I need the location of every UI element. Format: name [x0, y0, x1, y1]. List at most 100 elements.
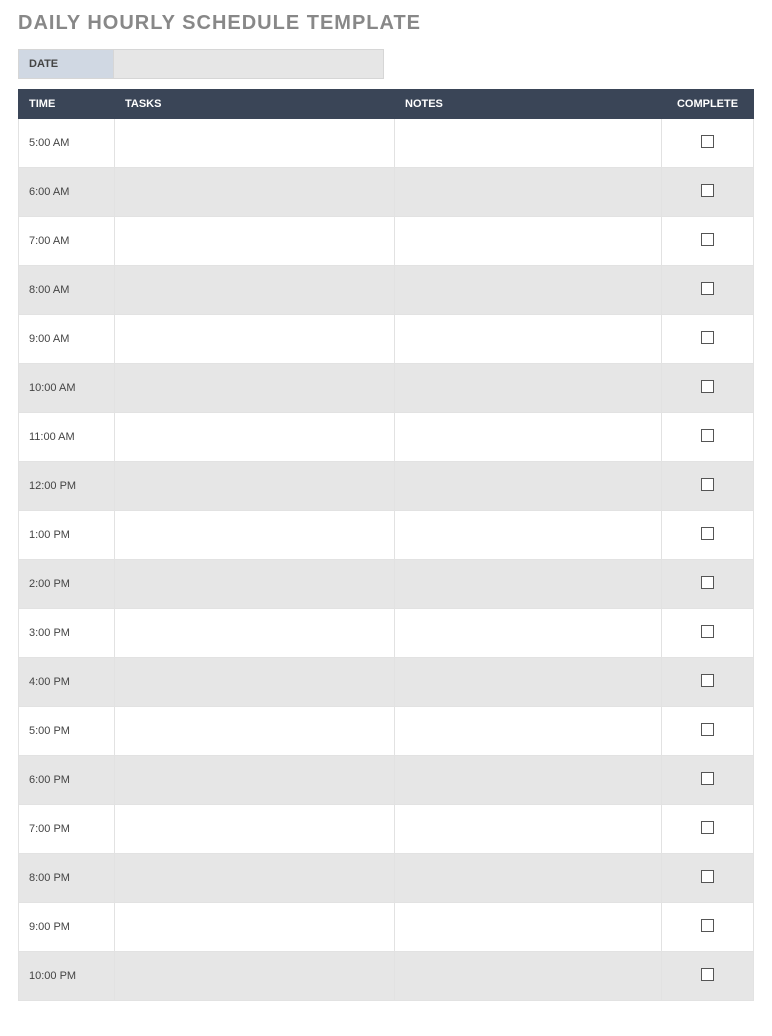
cell-complete — [662, 609, 754, 658]
cell-notes[interactable] — [395, 217, 662, 266]
cell-time: 8:00 AM — [19, 266, 115, 315]
cell-tasks[interactable] — [115, 805, 395, 854]
cell-notes[interactable] — [395, 364, 662, 413]
table-row: 9:00 PM — [19, 903, 754, 952]
cell-complete — [662, 511, 754, 560]
cell-tasks[interactable] — [115, 413, 395, 462]
complete-checkbox[interactable] — [701, 331, 714, 344]
cell-tasks[interactable] — [115, 952, 395, 1001]
cell-notes[interactable] — [395, 707, 662, 756]
cell-time: 1:00 PM — [19, 511, 115, 560]
cell-notes[interactable] — [395, 511, 662, 560]
cell-tasks[interactable] — [115, 217, 395, 266]
complete-checkbox[interactable] — [701, 135, 714, 148]
cell-notes[interactable] — [395, 560, 662, 609]
cell-notes[interactable] — [395, 756, 662, 805]
cell-tasks[interactable] — [115, 119, 395, 168]
table-row: 3:00 PM — [19, 609, 754, 658]
date-input[interactable] — [114, 49, 384, 79]
header-complete: COMPLETE — [662, 90, 754, 119]
cell-complete — [662, 903, 754, 952]
cell-time: 4:00 PM — [19, 658, 115, 707]
cell-complete — [662, 217, 754, 266]
table-row: 10:00 AM — [19, 364, 754, 413]
cell-tasks[interactable] — [115, 609, 395, 658]
complete-checkbox[interactable] — [701, 576, 714, 589]
complete-checkbox[interactable] — [701, 821, 714, 834]
cell-time: 5:00 AM — [19, 119, 115, 168]
cell-complete — [662, 119, 754, 168]
cell-time: 2:00 PM — [19, 560, 115, 609]
table-row: 12:00 PM — [19, 462, 754, 511]
table-row: 4:00 PM — [19, 658, 754, 707]
schedule-table: TIME TASKS NOTES COMPLETE 5:00 AM6:00 AM… — [18, 89, 754, 1001]
cell-notes[interactable] — [395, 854, 662, 903]
complete-checkbox[interactable] — [701, 184, 714, 197]
cell-tasks[interactable] — [115, 658, 395, 707]
cell-tasks[interactable] — [115, 315, 395, 364]
cell-tasks[interactable] — [115, 511, 395, 560]
complete-checkbox[interactable] — [701, 723, 714, 736]
cell-time: 12:00 PM — [19, 462, 115, 511]
complete-checkbox[interactable] — [701, 233, 714, 246]
cell-tasks[interactable] — [115, 854, 395, 903]
cell-complete — [662, 707, 754, 756]
complete-checkbox[interactable] — [701, 870, 714, 883]
cell-notes[interactable] — [395, 266, 662, 315]
cell-complete — [662, 952, 754, 1001]
complete-checkbox[interactable] — [701, 772, 714, 785]
cell-complete — [662, 756, 754, 805]
header-time: TIME — [19, 90, 115, 119]
table-row: 10:00 PM — [19, 952, 754, 1001]
cell-time: 6:00 AM — [19, 168, 115, 217]
header-tasks: TASKS — [115, 90, 395, 119]
complete-checkbox[interactable] — [701, 674, 714, 687]
complete-checkbox[interactable] — [701, 968, 714, 981]
cell-complete — [662, 560, 754, 609]
date-label: DATE — [18, 49, 114, 79]
table-row: 6:00 PM — [19, 756, 754, 805]
cell-notes[interactable] — [395, 903, 662, 952]
page-title: DAILY HOURLY SCHEDULE TEMPLATE — [18, 12, 754, 35]
header-notes: NOTES — [395, 90, 662, 119]
cell-tasks[interactable] — [115, 168, 395, 217]
cell-tasks[interactable] — [115, 707, 395, 756]
cell-notes[interactable] — [395, 952, 662, 1001]
cell-time: 11:00 AM — [19, 413, 115, 462]
cell-notes[interactable] — [395, 609, 662, 658]
complete-checkbox[interactable] — [701, 282, 714, 295]
table-row: 6:00 AM — [19, 168, 754, 217]
table-row: 8:00 AM — [19, 266, 754, 315]
cell-tasks[interactable] — [115, 560, 395, 609]
table-row: 8:00 PM — [19, 854, 754, 903]
complete-checkbox[interactable] — [701, 429, 714, 442]
cell-notes[interactable] — [395, 413, 662, 462]
cell-time: 6:00 PM — [19, 756, 115, 805]
table-row: 1:00 PM — [19, 511, 754, 560]
table-row: 9:00 AM — [19, 315, 754, 364]
cell-complete — [662, 413, 754, 462]
cell-tasks[interactable] — [115, 462, 395, 511]
cell-notes[interactable] — [395, 119, 662, 168]
cell-notes[interactable] — [395, 315, 662, 364]
table-row: 7:00 PM — [19, 805, 754, 854]
cell-tasks[interactable] — [115, 266, 395, 315]
complete-checkbox[interactable] — [701, 478, 714, 491]
cell-tasks[interactable] — [115, 903, 395, 952]
complete-checkbox[interactable] — [701, 527, 714, 540]
cell-notes[interactable] — [395, 805, 662, 854]
cell-tasks[interactable] — [115, 756, 395, 805]
complete-checkbox[interactable] — [701, 625, 714, 638]
cell-tasks[interactable] — [115, 364, 395, 413]
cell-notes[interactable] — [395, 658, 662, 707]
date-row: DATE — [18, 49, 754, 79]
complete-checkbox[interactable] — [701, 919, 714, 932]
complete-checkbox[interactable] — [701, 380, 714, 393]
cell-notes[interactable] — [395, 168, 662, 217]
cell-notes[interactable] — [395, 462, 662, 511]
cell-time: 7:00 PM — [19, 805, 115, 854]
cell-time: 8:00 PM — [19, 854, 115, 903]
cell-complete — [662, 315, 754, 364]
cell-complete — [662, 168, 754, 217]
cell-complete — [662, 266, 754, 315]
